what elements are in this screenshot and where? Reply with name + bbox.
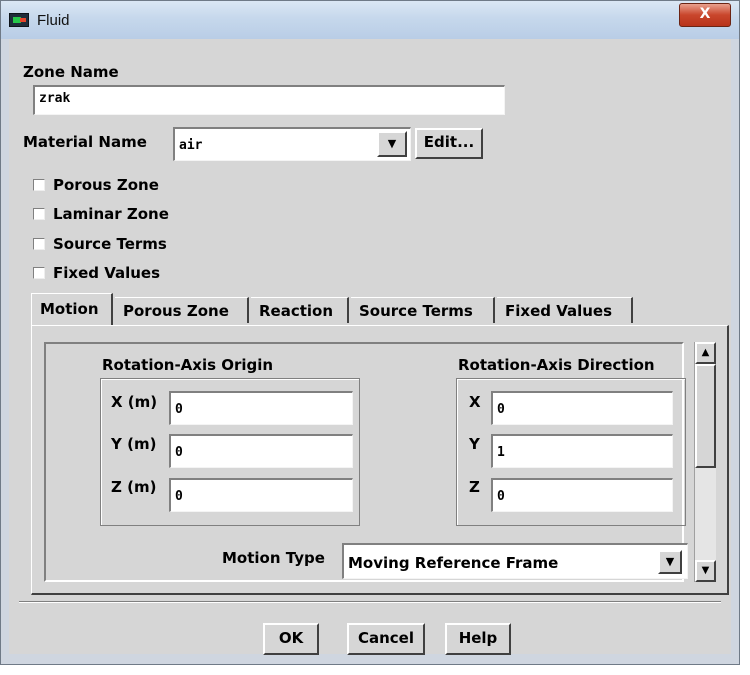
direction-z-input[interactable]: 0 [491, 478, 673, 512]
checkbox-label: Fixed Values [53, 264, 161, 282]
arrow-up-icon: ▲ [701, 347, 710, 358]
checkbox-box[interactable] [33, 267, 45, 279]
help-button[interactable]: Help [445, 623, 511, 655]
tab-motion[interactable]: Motion [31, 293, 113, 325]
tab-fixed-values[interactable]: Fixed Values [497, 297, 633, 323]
direction-y-input[interactable]: 1 [491, 434, 673, 468]
dialog-body: Zone Name zrak Material Name air ▼ Edit.… [9, 39, 731, 655]
cancel-button[interactable]: Cancel [347, 623, 425, 655]
title-bar[interactable]: Fluid X [1, 1, 739, 39]
material-name-select[interactable]: air [173, 127, 411, 161]
origin-x-label: X (m) [111, 393, 158, 411]
fluid-dialog-window: Fluid X Zone Name zrak Material Name air… [0, 0, 740, 665]
close-button[interactable]: X [679, 3, 731, 27]
checkbox-label: Porous Zone [53, 176, 159, 194]
motion-type-select[interactable]: Moving Reference Frame [342, 543, 688, 579]
zone-name-input[interactable]: zrak [33, 85, 505, 115]
tab-reaction[interactable]: Reaction [251, 297, 349, 323]
checkbox-box[interactable] [33, 179, 45, 191]
arrow-down-icon: ▼ [701, 565, 710, 576]
material-dropdown-button[interactable]: ▼ [377, 131, 407, 157]
direction-group-title: Rotation-Axis Direction [458, 356, 655, 374]
motion-scroll-area: Rotation-Axis Origin X (m) 0 Y (m) 0 Z (… [44, 342, 688, 582]
scroll-up-button[interactable]: ▲ [695, 342, 716, 364]
origin-z-input[interactable]: 0 [169, 478, 353, 512]
origin-y-input[interactable]: 0 [169, 434, 353, 468]
bottom-separator [19, 601, 721, 603]
direction-group: X 0 Y 1 Z 0 [456, 378, 686, 526]
origin-z-label: Z (m) [111, 478, 157, 496]
checkbox-label: Source Terms [53, 235, 167, 253]
origin-y-label: Y (m) [111, 435, 157, 453]
material-name-value: air [179, 138, 203, 153]
edit-material-button[interactable]: Edit... [415, 128, 483, 159]
origin-group: X (m) 0 Y (m) 0 Z (m) 0 [100, 378, 360, 526]
motion-type-dropdown-button[interactable]: ▼ [658, 550, 682, 574]
app-icon [9, 13, 29, 27]
tab-source-terms[interactable]: Source Terms [351, 297, 495, 323]
direction-x-input[interactable]: 0 [491, 391, 673, 425]
window-title: Fluid [37, 12, 70, 29]
vertical-scrollbar[interactable]: ▲ ▼ [694, 342, 716, 582]
motion-type-value: Moving Reference Frame [348, 554, 559, 572]
checkbox-box[interactable] [33, 238, 45, 250]
scroll-down-button[interactable]: ▼ [695, 560, 716, 582]
direction-z-label: Z [469, 478, 480, 496]
tab-porous-zone[interactable]: Porous Zone [115, 297, 249, 323]
motion-type-label: Motion Type [222, 549, 325, 567]
material-name-label: Material Name [23, 133, 147, 151]
checkbox-box[interactable] [33, 208, 45, 220]
origin-x-input[interactable]: 0 [169, 391, 353, 425]
direction-x-label: X [469, 393, 481, 411]
checkbox-label: Laminar Zone [53, 205, 169, 223]
chevron-down-icon: ▼ [387, 137, 397, 150]
ok-button[interactable]: OK [263, 623, 319, 655]
direction-y-label: Y [469, 435, 480, 453]
zone-name-label: Zone Name [23, 63, 119, 81]
chevron-down-icon: ▼ [665, 555, 675, 568]
motion-tab-panel: Rotation-Axis Origin X (m) 0 Y (m) 0 Z (… [31, 325, 729, 595]
scrollbar-thumb[interactable] [695, 364, 716, 468]
origin-group-title: Rotation-Axis Origin [102, 356, 274, 374]
